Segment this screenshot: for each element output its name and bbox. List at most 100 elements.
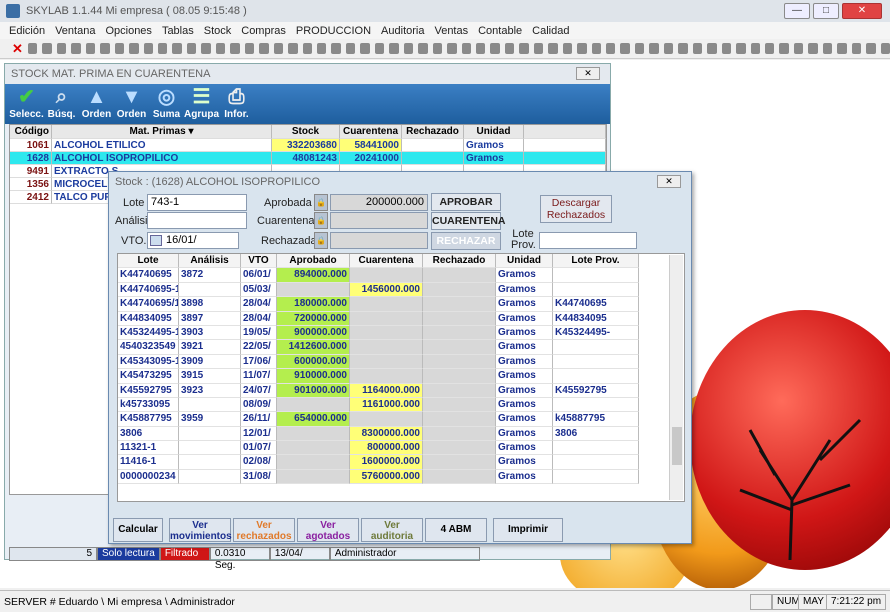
- ver-agotados-button[interactable]: Ver agotados: [297, 518, 359, 542]
- toolbar-icon[interactable]: [447, 43, 457, 54]
- select-button[interactable]: ✔ Selecc.: [9, 84, 44, 124]
- toolbar-icon[interactable]: [215, 43, 226, 54]
- toolbar-icon[interactable]: [490, 43, 500, 54]
- toolbar-icon[interactable]: [259, 43, 269, 54]
- toolbar-icon[interactable]: [533, 43, 544, 54]
- col-codigo[interactable]: Código: [10, 125, 52, 139]
- toolbar-icon[interactable]: [71, 43, 81, 54]
- lot-row[interactable]: K45473295 3915 11/07/910000.000 Gramos: [118, 369, 684, 384]
- toolbar-icon[interactable]: [692, 43, 703, 54]
- table-row[interactable]: 1628 ALCOHOL ISOPROPILICO 48081243 20241000…: [10, 152, 606, 165]
- toolbar-icon[interactable]: [143, 43, 153, 54]
- search-button[interactable]: ⌕ Búsq.: [44, 84, 79, 124]
- toolbar-icon[interactable]: [562, 43, 573, 54]
- aprobar-button[interactable]: APROBAR: [431, 193, 501, 211]
- col-mat-primas[interactable]: Mat. Primas ▾: [52, 125, 272, 139]
- minimize-button[interactable]: —: [784, 3, 810, 19]
- toolbar-icon[interactable]: [56, 43, 67, 54]
- toolbar-icon[interactable]: [230, 43, 240, 54]
- toolbar-icon[interactable]: [331, 43, 341, 54]
- ver-movimientos-button[interactable]: Ver movimientos: [169, 518, 232, 542]
- toolbar-icon[interactable]: [114, 43, 125, 54]
- toolbar-icon[interactable]: [634, 43, 645, 54]
- toolbar-icon[interactable]: [750, 43, 761, 54]
- lot-row[interactable]: K45887795 3959 26/11/654000.000 Gramos k4588…: [118, 412, 684, 427]
- lote-field[interactable]: 743-1: [147, 194, 247, 211]
- lot-row[interactable]: K45343095-1 3909 17/06/600000.000 Gramos: [118, 354, 684, 370]
- menu-ventana[interactable]: Ventana: [55, 25, 95, 37]
- toolbar-icon[interactable]: [736, 43, 746, 54]
- toolbar-icon[interactable]: [42, 43, 52, 54]
- close-button[interactable]: ✕: [842, 3, 882, 19]
- toolbar-icon[interactable]: [837, 43, 847, 54]
- toolbar-icon[interactable]: [721, 43, 732, 54]
- close-x-icon[interactable]: ✕: [12, 42, 23, 55]
- vto-field[interactable]: 16/01/: [147, 232, 239, 249]
- col-cuarentena[interactable]: Cuarentena: [340, 125, 402, 139]
- menu-tablas[interactable]: Tablas: [162, 25, 194, 37]
- table-row[interactable]: 1061 ALCOHOL ETILICO 332203680 58441000 Gram…: [10, 139, 606, 152]
- menu-produccion[interactable]: PRODUCCION: [296, 25, 371, 37]
- toolbar-icon[interactable]: [519, 43, 529, 54]
- toolbar-icon[interactable]: [273, 43, 284, 54]
- lot-row[interactable]: K44834095 3897 28/04/720000.000 Gramos K4483…: [118, 311, 684, 326]
- toolbar-icon[interactable]: [707, 43, 717, 54]
- sort-desc-button[interactable]: ▼ Orden: [114, 84, 149, 124]
- toolbar-icon[interactable]: [27, 43, 38, 54]
- window-close-button[interactable]: ✕: [576, 67, 600, 80]
- col-unidad[interactable]: Unidad: [464, 125, 524, 139]
- toolbar-icon[interactable]: [475, 43, 486, 54]
- lot-row[interactable]: K44740695 3872 06/01/894000.000 Gramos: [118, 268, 684, 283]
- col-rechazado[interactable]: Rechazado: [423, 254, 496, 269]
- sum-button[interactable]: ◎ Suma: [149, 84, 184, 124]
- scroll-thumb[interactable]: [672, 427, 682, 465]
- toolbar-icon[interactable]: [316, 43, 327, 54]
- menu-opciones[interactable]: Opciones: [105, 25, 151, 37]
- lot-row[interactable]: K44740695/1 3898 28/04/180000.000 Gramos K44…: [118, 297, 684, 312]
- analisis-field[interactable]: [147, 212, 247, 229]
- lot-row[interactable]: k45733095 08/09/1161000.000 Gramos: [118, 397, 684, 413]
- group-button[interactable]: ☰ Agrupa: [184, 84, 219, 124]
- toolbar-icon[interactable]: [866, 43, 876, 54]
- lot-row[interactable]: 3806 12/01/8300000.000 Gramos 3806: [118, 426, 684, 442]
- col-lote[interactable]: Lote: [118, 254, 179, 269]
- toolbar-icon[interactable]: [418, 43, 428, 54]
- toolbar-icon[interactable]: [100, 43, 110, 54]
- toolbar-icon[interactable]: [403, 43, 414, 54]
- lote-prov-field[interactable]: [539, 232, 637, 249]
- menu-ventas[interactable]: Ventas: [434, 25, 468, 37]
- col-cuarentena[interactable]: Cuarentena: [350, 254, 423, 269]
- menu-contable[interactable]: Contable: [478, 25, 522, 37]
- toolbar-icon[interactable]: [302, 43, 312, 54]
- col-aprobado[interactable]: Aprobado: [277, 254, 350, 269]
- lot-row[interactable]: 11321-1 01/07/800000.000 Gramos: [118, 441, 684, 456]
- lot-row[interactable]: K44740695-1 05/03/1456000.000 Gramos: [118, 282, 684, 298]
- lot-row[interactable]: 11416-1 02/08/1600000.000 Gramos: [118, 455, 684, 470]
- calendar-icon[interactable]: [150, 235, 162, 246]
- toolbar-icon[interactable]: [288, 43, 298, 54]
- toolbar-icon[interactable]: [793, 43, 804, 54]
- dialog-close-button[interactable]: ✕: [657, 175, 681, 188]
- report-button[interactable]: ⎙ Infor.: [219, 84, 254, 124]
- toolbar-icon[interactable]: [129, 43, 139, 54]
- ver-auditoria-button[interactable]: Ver auditoria: [361, 518, 423, 542]
- ver-rechazados-button[interactable]: Ver rechazados: [233, 518, 295, 542]
- toolbar-icon[interactable]: [851, 43, 862, 54]
- toolbar-icon[interactable]: [620, 43, 630, 54]
- toolbar-icon[interactable]: [85, 43, 96, 54]
- col-analisis[interactable]: Análisis: [179, 254, 241, 269]
- toolbar-icon[interactable]: [591, 43, 602, 54]
- toolbar-icon[interactable]: [186, 43, 197, 54]
- imprimir-button[interactable]: Imprimir: [493, 518, 563, 542]
- lot-row[interactable]: 4540323549 3921 22/05/1412600.000 Gramos: [118, 340, 684, 355]
- lot-row[interactable]: K45592795 3923 24/07/901000.000 1164000.000…: [118, 383, 684, 398]
- col-unidad[interactable]: Unidad: [496, 254, 553, 269]
- col-vto[interactable]: VTO: [241, 254, 277, 269]
- menu-stock[interactable]: Stock: [204, 25, 232, 37]
- rechazar-button[interactable]: RECHAZAR: [431, 232, 501, 250]
- descargar-rechazados-button[interactable]: Descargar Rechazados: [540, 195, 612, 223]
- toolbar-icon[interactable]: [389, 43, 399, 54]
- toolbar-icon[interactable]: [157, 43, 168, 54]
- toolbar-icon[interactable]: [822, 43, 833, 54]
- toolbar-icon[interactable]: [374, 43, 385, 54]
